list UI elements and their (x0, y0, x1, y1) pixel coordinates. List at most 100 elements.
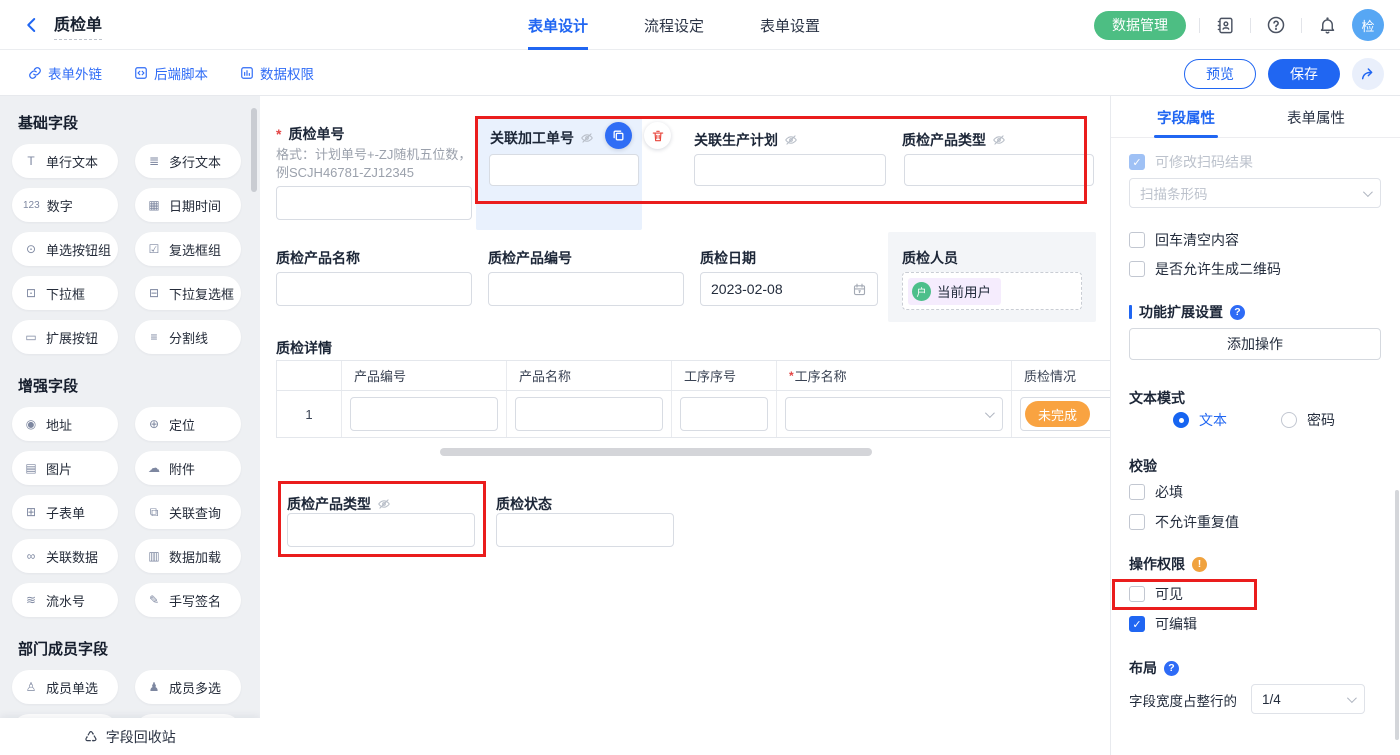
text-mode-title: 文本模式 (1129, 388, 1185, 408)
process-name-select[interactable] (785, 397, 1003, 431)
sidebar-item-image[interactable]: ▤图片 (12, 451, 118, 485)
link-icon (28, 66, 42, 80)
user-avatar[interactable]: 检 (1352, 9, 1384, 41)
sidebar-item-location[interactable]: ⊕定位 (135, 407, 241, 441)
multi-line-text-icon: ≣ (146, 154, 162, 168)
permission-title: 操作权限 ! (1129, 554, 1207, 574)
modify-scan-result-checkbox[interactable]: ✓ (1129, 154, 1145, 170)
tab-flow-setting[interactable]: 流程设定 (644, 0, 704, 50)
table-horizontal-scrollbar[interactable] (440, 448, 872, 456)
related-process-no-input[interactable] (489, 154, 639, 186)
sidebar-item-multi-line-text[interactable]: ≣多行文本 (135, 144, 241, 178)
sidebar-item-datetime[interactable]: ▦日期时间 (135, 188, 241, 222)
tab-form-design[interactable]: 表单设计 (528, 0, 588, 50)
sidebar-item-single-line-text[interactable]: T单行文本 (12, 144, 118, 178)
data-manage-button[interactable]: 数据管理 (1094, 11, 1186, 40)
qc-status-input[interactable]: 未完成 (1020, 397, 1110, 431)
save-button[interactable]: 保存 (1268, 59, 1340, 89)
add-action-button[interactable]: 添加操作 (1129, 328, 1381, 360)
visible-checkbox[interactable] (1129, 586, 1145, 602)
sidebar-item-subform[interactable]: ⊞子表单 (12, 495, 118, 529)
qc-product-type-top-input[interactable] (904, 154, 1094, 186)
tab-field-properties[interactable]: 字段属性 (1141, 96, 1231, 138)
qc-person-input[interactable]: 户 当前用户 (902, 272, 1082, 310)
product-name-cell (507, 391, 672, 437)
field-width-select[interactable]: 1/4 (1251, 684, 1365, 714)
tab-form-setting[interactable]: 表单设置 (760, 0, 820, 50)
qc-product-no-input[interactable] (488, 272, 684, 306)
product-no-input[interactable] (350, 397, 498, 431)
share-button[interactable] (1352, 58, 1384, 90)
sidebar-item-linked-query[interactable]: ⧉关联查询 (135, 495, 241, 529)
sidebar-item-linked-data[interactable]: ∞关联数据 (12, 539, 118, 573)
contacts-icon[interactable] (1213, 13, 1237, 37)
editable-checkbox[interactable]: ✓ (1129, 616, 1145, 632)
no-duplicate-checkbox[interactable] (1129, 514, 1145, 530)
qc-date-input[interactable]: 2023-02-08 (700, 272, 878, 306)
sidebar-item-member-multi[interactable]: ♟成员多选 (135, 670, 241, 704)
panel-scrollbar-thumb[interactable] (1395, 490, 1399, 740)
qc-no-input[interactable] (276, 186, 472, 220)
notification-bell-icon[interactable] (1315, 13, 1339, 37)
sidebar-item-data-load[interactable]: ▥数据加载 (135, 539, 241, 573)
sidebar-item-number[interactable]: 123数字 (12, 188, 118, 222)
back-button[interactable] (20, 13, 44, 37)
divider (1301, 18, 1302, 33)
required-checkbox[interactable] (1129, 484, 1145, 500)
text-mode-radio-text[interactable] (1173, 412, 1189, 428)
page-title[interactable]: 质检单 (54, 11, 102, 40)
sidebar-item-checkbox-group[interactable]: ☑复选框组 (135, 232, 241, 266)
help-circle-icon[interactable]: ? (1230, 305, 1245, 320)
sidebar-item-radio-group[interactable]: ⊙单选按钮组 (12, 232, 118, 266)
eye-off-icon (580, 131, 594, 145)
editable-row: ✓ 可编辑 (1129, 614, 1197, 634)
qc-status-field-input[interactable] (496, 513, 674, 547)
qc-product-type-bottom-input[interactable] (287, 513, 475, 547)
sidebar-item-member-single[interactable]: ♙成员单选 (12, 670, 118, 704)
form-canvas[interactable]: *质检单号 格式：计划单号+-ZJ随机五位数，例SCJH46781-ZJ1234… (260, 96, 1110, 755)
allow-qrcode-checkbox[interactable] (1129, 261, 1145, 277)
sidebar-scrollbar-thumb[interactable] (251, 108, 257, 192)
process-seq-input[interactable] (680, 397, 768, 431)
scan-mode-select[interactable]: 扫描条形码 (1129, 178, 1381, 208)
form-designer-app: 质检单 表单设计 流程设定 表单设置 数据管理 检 (0, 0, 1400, 755)
delete-field-button[interactable] (644, 122, 671, 149)
text-mode-radio-password[interactable] (1281, 412, 1297, 428)
sidebar-item-serial-number[interactable]: ≋流水号 (12, 583, 118, 617)
copy-field-button[interactable] (605, 122, 632, 149)
sidebar-item-signature[interactable]: ✎手写签名 (135, 583, 241, 617)
field-qc-person-block[interactable]: 质检人员 户 当前用户 (888, 232, 1096, 322)
linked-query-icon: ⧉ (146, 505, 162, 520)
sidebar-item-address[interactable]: ◉地址 (12, 407, 118, 441)
sidebar-item-attachment[interactable]: ☁附件 (135, 451, 241, 485)
help-icon[interactable] (1264, 13, 1288, 37)
eye-off-icon (377, 497, 391, 511)
col-product-no: 产品编号 (342, 361, 507, 390)
visible-row: 可见 (1129, 584, 1183, 604)
checkbox-icon: ☑ (146, 242, 162, 256)
help-circle-icon[interactable]: ? (1164, 661, 1179, 676)
tab-form-properties[interactable]: 表单属性 (1271, 96, 1361, 138)
field-recycle-bin[interactable]: ♺ 字段回收站 (0, 718, 260, 755)
clear-on-enter-checkbox[interactable] (1129, 232, 1145, 248)
qc-product-name-input[interactable] (276, 272, 472, 306)
sidebar-item-extend-button[interactable]: ▭扩展按钮 (12, 320, 118, 354)
divider (1199, 18, 1200, 33)
user-chip-avatar-icon: 户 (912, 282, 931, 301)
data-permission-link[interactable]: 数据权限 (240, 50, 314, 96)
section-title-member-fields: 部门成员字段 (18, 638, 248, 659)
multi-select-icon: ⊟ (146, 286, 162, 300)
image-icon: ▤ (23, 461, 39, 475)
backend-script-link[interactable]: 后端脚本 (134, 50, 208, 96)
sidebar-item-multi-select[interactable]: ⊟下拉复选框 (135, 276, 241, 310)
product-no-cell (342, 391, 507, 437)
sidebar-item-select[interactable]: ⊡下拉框 (12, 276, 118, 310)
qc-status-cell: 未完成 (1012, 391, 1110, 437)
related-production-plan-input[interactable] (694, 154, 886, 186)
preview-button[interactable]: 预览 (1184, 59, 1256, 89)
form-external-link[interactable]: 表单外链 (28, 50, 102, 96)
eye-off-icon (992, 133, 1006, 147)
product-name-input[interactable] (515, 397, 663, 431)
recycle-icon: ♺ (84, 728, 97, 746)
sidebar-item-divider[interactable]: ≡分割线 (135, 320, 241, 354)
